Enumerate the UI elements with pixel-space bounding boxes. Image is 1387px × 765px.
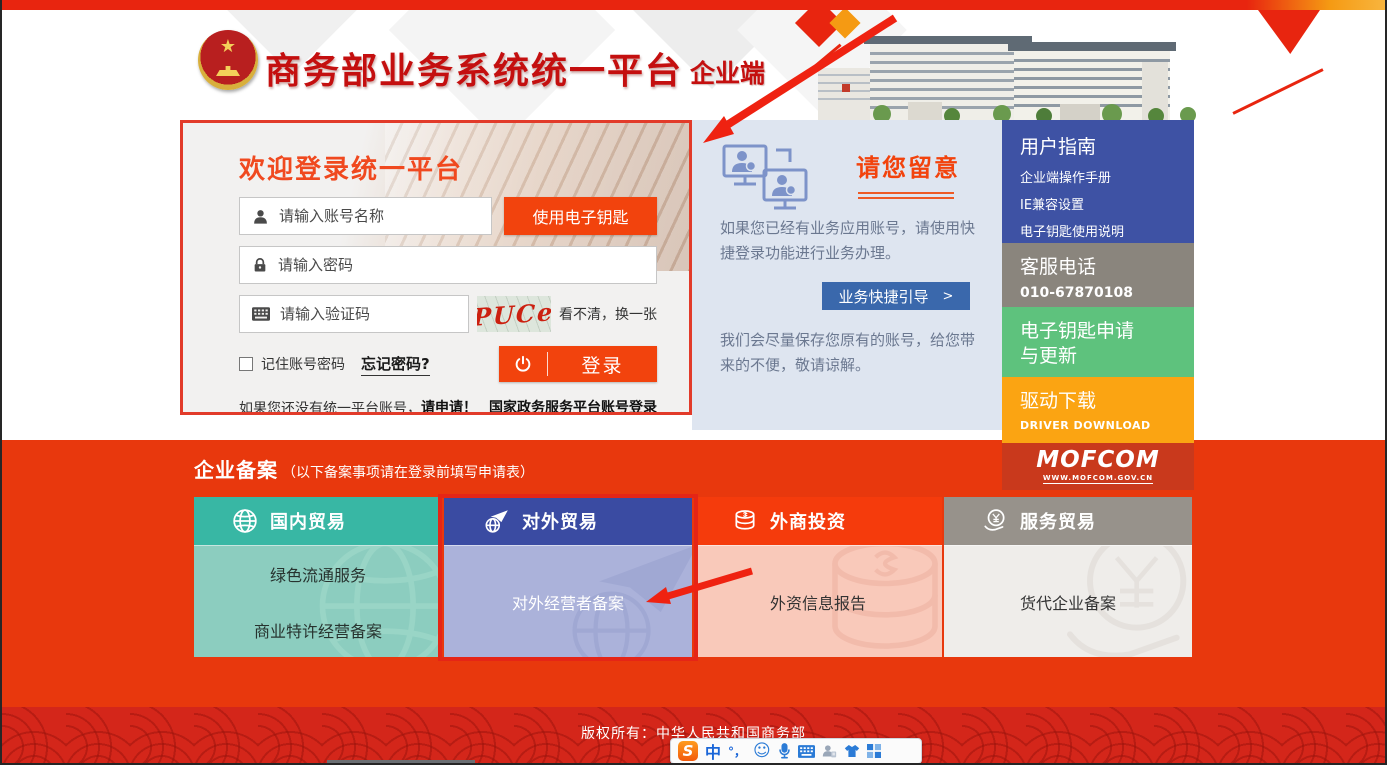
globe-icon <box>232 508 258 534</box>
plane-globe-icon <box>482 508 510 534</box>
site-title: 商务部业务系统统一平台 <box>265 42 683 94</box>
login-panel: 欢迎登录统一平台 使用电子钥匙 <box>180 120 692 415</box>
mofcom-building-image <box>812 22 1202 120</box>
guide-link-ekey[interactable]: 电子钥匙使用说明 <box>1020 221 1176 240</box>
no-account-text: 如果您还没有统一平台账号， <box>239 398 421 415</box>
mofcom-logo-box[interactable]: MOFCOM WWW.MOFCOM.GOV.CN <box>1002 443 1194 490</box>
red-triangle-decoration <box>1258 10 1320 54</box>
item-franchise-filing[interactable]: 商业特许经营备案 <box>194 602 442 657</box>
gov-platform-login-link[interactable]: 国家政务服务平台账号登录 <box>489 397 657 415</box>
item-freight-forwarder-filing[interactable]: 货代企业备案 <box>944 546 1192 657</box>
item-foreign-investment-report[interactable]: 外资信息报告 <box>694 546 942 657</box>
account-input[interactable] <box>279 207 483 225</box>
main-band: 欢迎登录统一平台 使用电子钥匙 <box>2 120 1385 440</box>
card-foreign-investment: 外商投资 外资信息报告 <box>694 497 942 657</box>
dictionary-person-icon[interactable] <box>822 744 837 759</box>
notice-paragraph-1: 如果您已经有业务应用账号，请使用快捷登录功能进行业务办理。 <box>720 216 978 266</box>
card-domestic-trade: 国内贸易 绿色流通服务 商业特许经营备案 <box>194 497 442 657</box>
ekey-button[interactable]: 使用电子钥匙 <box>504 197 657 235</box>
guide-link-ie[interactable]: IE兼容设置 <box>1020 194 1176 213</box>
notice-panel: 请您留意 如果您已经有业务应用账号，请使用快捷登录功能进行业务办理。 业务快捷引… <box>692 120 1002 430</box>
user-icon <box>252 208 269 225</box>
national-emblem-logo <box>198 30 258 90</box>
skin-shirt-icon[interactable] <box>844 744 860 758</box>
forgot-password-link[interactable]: 忘记密码? <box>361 353 430 376</box>
red-line-decoration <box>1232 68 1323 115</box>
login-button-label: 登录 <box>548 351 657 378</box>
mofcom-url: WWW.MOFCOM.GOV.CN <box>1043 474 1153 484</box>
filing-title: 企业备案 <box>194 454 278 483</box>
captcha-refresh-link[interactable]: 看不清，换一张 <box>559 304 657 324</box>
apply-link[interactable]: 请申请！ <box>421 397 477 415</box>
ime-punctuation-icon[interactable]: °， <box>728 743 746 760</box>
menu-grid-icon[interactable] <box>867 744 881 758</box>
hotline-box: 客服电话 010-67870108 <box>1002 243 1194 307</box>
driver-download-box[interactable]: 驱动下载 DRIVER DOWNLOAD <box>1002 377 1194 443</box>
hotline-title: 客服电话 <box>1020 252 1176 279</box>
notice-paragraph-2: 我们会尽量保存您原有的账号，给您带来的不便，敬请谅解。 <box>720 328 978 378</box>
soft-keyboard-icon[interactable] <box>798 745 815 758</box>
hotline-number: 010-67870108 <box>1020 285 1176 301</box>
hand-coin-icon <box>982 508 1008 534</box>
login-title: 欢迎登录统一平台 <box>239 149 657 186</box>
coins-icon <box>732 508 758 534</box>
ekey-apply-line1: 电子钥匙申请 <box>1020 319 1176 344</box>
lock-icon <box>252 257 268 274</box>
captcha-field-wrap <box>239 295 469 333</box>
password-field-wrap <box>239 246 657 284</box>
captcha-code-text: PUCe <box>477 297 551 332</box>
chevron-right-icon: > <box>943 289 954 304</box>
card-service-trade-header: 服务贸易 <box>944 497 1192 545</box>
remember-checkbox[interactable] <box>239 357 253 371</box>
card-foreign-trade-header: 对外贸易 <box>444 497 692 545</box>
card-foreign-investment-header: 外商投资 <box>694 497 942 545</box>
taskbar-strip <box>327 760 475 764</box>
account-field-wrap <box>239 197 492 235</box>
login-button[interactable]: 登录 <box>499 346 657 382</box>
sogou-logo-icon[interactable]: S <box>678 741 698 761</box>
ime-language-icon[interactable]: 中 <box>705 739 721 763</box>
quick-guide-button[interactable]: 业务快捷引导 > <box>822 282 970 310</box>
keyboard-icon <box>252 307 270 321</box>
page-header: 商务部业务系统统一平台 企业端 <box>2 10 1385 120</box>
power-icon <box>499 355 547 373</box>
quick-guide-label: 业务快捷引导 <box>839 286 929 307</box>
microphone-icon[interactable] <box>778 743 791 759</box>
top-red-bar <box>2 0 1385 10</box>
user-guide-title: 用户指南 <box>1020 132 1176 159</box>
notice-title: 请您留意 <box>856 148 960 183</box>
ekey-apply-box[interactable]: 电子钥匙申请 与更新 <box>1002 307 1194 377</box>
password-input[interactable] <box>278 256 648 274</box>
remember-label: 记住账号密码 <box>261 354 345 374</box>
ekey-apply-line2: 与更新 <box>1020 344 1176 369</box>
filing-cards: 国内贸易 绿色流通服务 商业特许经营备案 对外 <box>194 497 1192 657</box>
filing-subtitle: （以下备案事项请在登录前填写申请表） <box>282 462 534 482</box>
item-foreign-trade-operator-filing[interactable]: 对外经营者备案 <box>444 546 692 657</box>
card-service-trade: 服务贸易 货代企业备案 <box>944 497 1192 657</box>
captcha-image[interactable]: PUCe <box>477 296 551 332</box>
captcha-input[interactable] <box>280 305 460 323</box>
driver-download-title: 驱动下载 <box>1020 386 1176 413</box>
mofcom-logo: MOFCOM <box>1036 449 1159 472</box>
card-foreign-trade: 对外贸易 对外经营者备案 <box>444 497 692 657</box>
mofcom-login-page: 商务部业务系统统一平台 企业端 欢迎登录统一平台 使用电子钥匙 <box>0 0 1387 765</box>
account-transfer-icon <box>720 142 830 214</box>
ime-toolbar: S 中 °， ☺ <box>670 738 922 764</box>
user-guide-box: 用户指南 企业端操作手册 IE兼容设置 电子钥匙使用说明 <box>1002 120 1194 243</box>
item-green-circulation[interactable]: 绿色流通服务 <box>194 546 442 602</box>
emoji-icon[interactable]: ☺ <box>753 743 771 760</box>
site-subtitle: 企业端 <box>690 54 765 90</box>
card-domestic-trade-header: 国内贸易 <box>194 497 442 545</box>
notice-underline <box>858 192 954 199</box>
driver-download-subtitle: DRIVER DOWNLOAD <box>1020 419 1176 432</box>
guide-link-manual[interactable]: 企业端操作手册 <box>1020 167 1176 186</box>
right-sidebar: 用户指南 企业端操作手册 IE兼容设置 电子钥匙使用说明 客服电话 010-67… <box>1002 120 1194 490</box>
